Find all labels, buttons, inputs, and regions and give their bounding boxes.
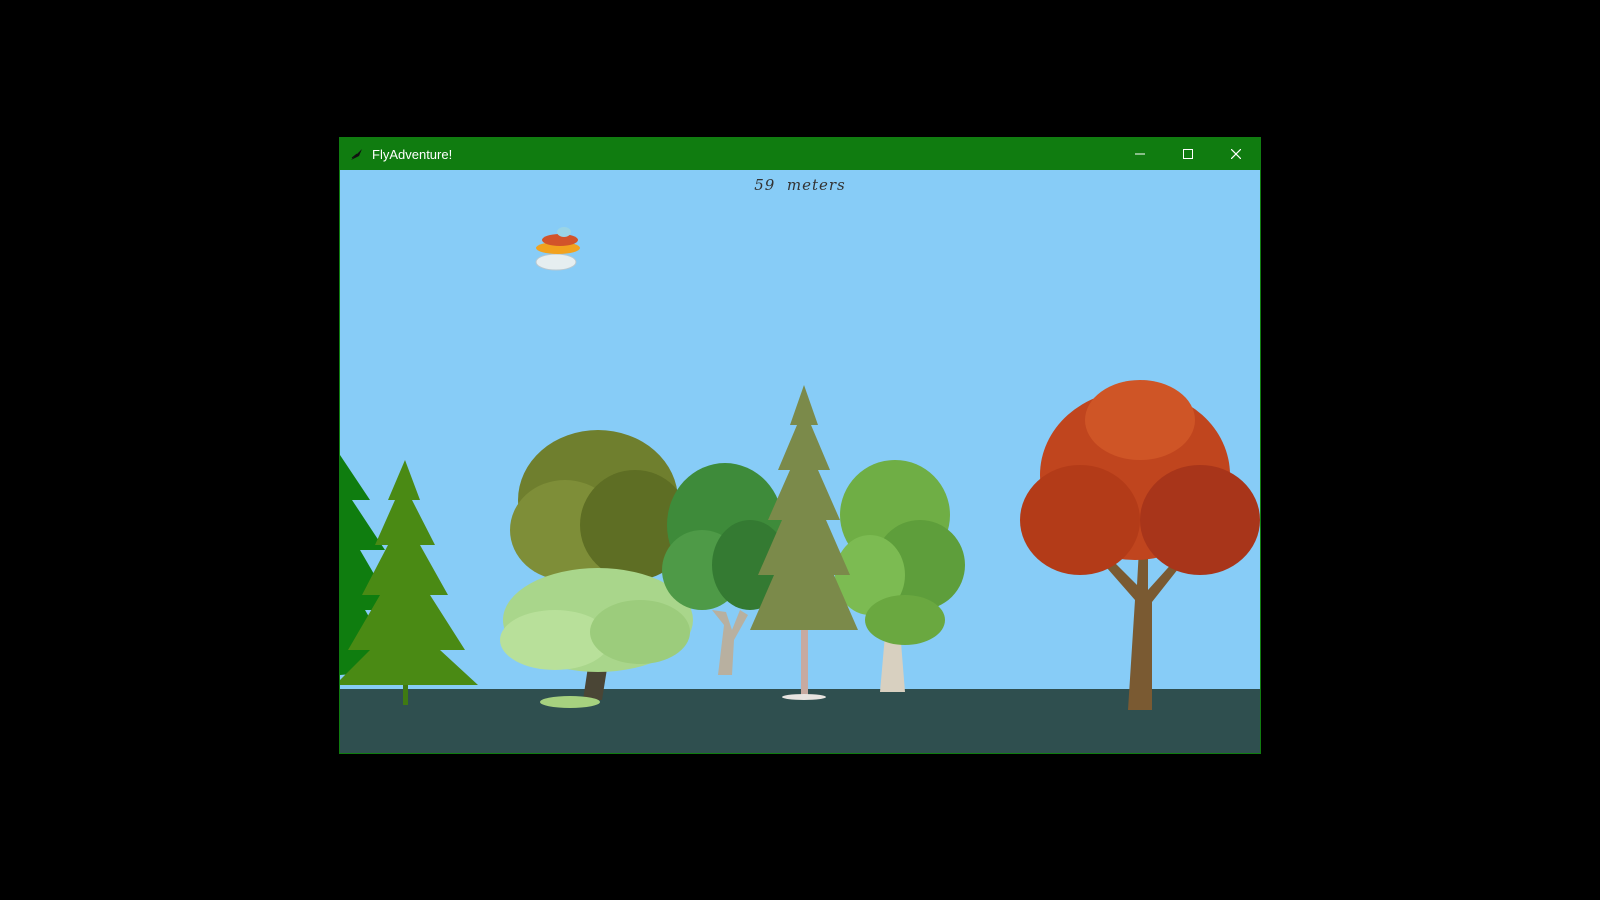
minimize-icon bbox=[1135, 153, 1145, 155]
player-character bbox=[535, 227, 580, 271]
distance-value: 59 bbox=[754, 176, 776, 194]
olive-oak-tree bbox=[510, 430, 690, 580]
distance-unit: meters bbox=[786, 176, 846, 194]
forest-scene bbox=[340, 227, 1260, 710]
window-title: FlyAdventure! bbox=[372, 146, 453, 162]
game-canvas[interactable]: 59 meters bbox=[340, 170, 1260, 753]
light-green-tree bbox=[500, 568, 693, 708]
minimize-button[interactable] bbox=[1116, 138, 1164, 170]
feather-icon bbox=[350, 147, 364, 161]
title-bar[interactable]: FlyAdventure! bbox=[340, 138, 1260, 170]
close-icon bbox=[1231, 149, 1241, 159]
maximize-icon bbox=[1183, 149, 1193, 159]
maximize-button[interactable] bbox=[1164, 138, 1212, 170]
leafy-tree bbox=[835, 460, 965, 692]
game-window: FlyAdventure! 59 meters bbox=[339, 137, 1261, 754]
distance-counter: 59 meters bbox=[340, 176, 1260, 194]
autumn-tree bbox=[1020, 380, 1260, 710]
close-button[interactable] bbox=[1212, 138, 1260, 170]
window-controls bbox=[1116, 138, 1260, 170]
